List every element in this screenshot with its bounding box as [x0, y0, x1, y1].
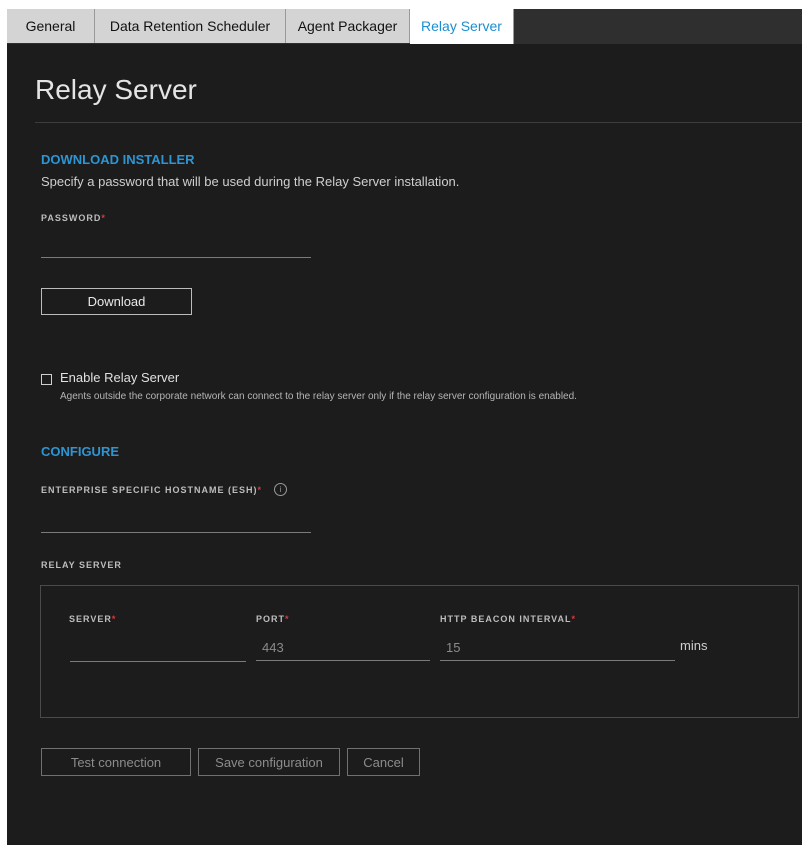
beacon-interval-unit: mins [680, 638, 708, 653]
relay-server-panel: Relay Server DOWNLOAD INSTALLER Specify … [7, 44, 802, 845]
required-mark: * [111, 614, 117, 624]
download-button[interactable]: Download [41, 288, 192, 315]
tab-general[interactable]: General [7, 9, 95, 43]
server-label: SERVER* [69, 614, 116, 624]
port-label-text: PORT [256, 614, 286, 624]
download-description: Specify a password that will be used dur… [41, 174, 460, 189]
required-mark: * [101, 213, 106, 223]
enable-relay-label[interactable]: Enable Relay Server [60, 370, 179, 385]
enable-relay-help: Agents outside the corporate network can… [60, 391, 577, 402]
required-mark: * [571, 614, 577, 624]
title-divider [35, 122, 802, 123]
port-label: PORT* [256, 614, 290, 624]
esh-label: ENTERPRISE SPECIFIC HOSTNAME (ESH)* [41, 485, 262, 495]
beacon-interval-label: HTTP BEACON INTERVAL* [440, 614, 576, 624]
password-label: PASSWORD* [41, 213, 106, 223]
required-mark: * [285, 614, 290, 624]
server-label-text: SERVER [69, 614, 112, 624]
tab-agent-packager[interactable]: Agent Packager [286, 9, 410, 43]
esh-label-text: ENTERPRISE SPECIFIC HOSTNAME (ESH) [41, 485, 258, 495]
configure-heading: CONFIGURE [41, 444, 119, 459]
required-mark: * [257, 485, 263, 495]
tab-data-retention-scheduler[interactable]: Data Retention Scheduler [95, 9, 286, 43]
beacon-interval-label-text: HTTP BEACON INTERVAL [440, 614, 572, 624]
esh-field[interactable] [41, 509, 311, 533]
tab-bar: General Data Retention Scheduler Agent P… [7, 9, 802, 45]
relay-server-section-label: RELAY SERVER [41, 560, 122, 570]
tab-relay-server[interactable]: Relay Server [410, 9, 514, 44]
enable-relay-checkbox[interactable] [41, 374, 52, 385]
test-connection-button[interactable]: Test connection [41, 748, 191, 776]
beacon-interval-field[interactable] [440, 634, 675, 661]
relay-server-box: SERVER* PORT* HTTP BEACON INTERVAL* mins [40, 585, 799, 718]
port-field[interactable] [256, 634, 430, 661]
save-configuration-button[interactable]: Save configuration [198, 748, 340, 776]
password-label-text: PASSWORD [41, 213, 102, 223]
password-field[interactable] [41, 234, 311, 258]
cancel-button[interactable]: Cancel [347, 748, 420, 776]
server-field[interactable] [70, 634, 246, 662]
download-installer-heading: DOWNLOAD INSTALLER [41, 152, 195, 167]
info-icon[interactable]: i [274, 483, 287, 496]
page-title: Relay Server [35, 74, 197, 105]
